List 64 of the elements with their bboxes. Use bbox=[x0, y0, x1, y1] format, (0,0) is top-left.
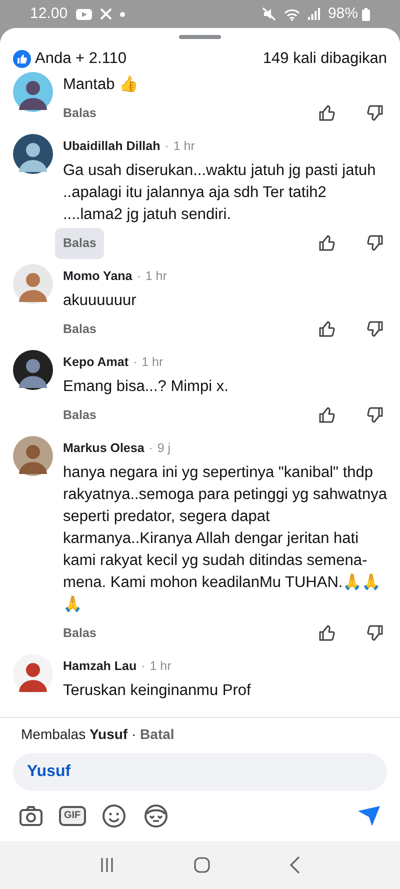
recents-icon bbox=[99, 857, 115, 873]
comment-text: Teruskan keinginanmu Prof bbox=[63, 681, 252, 702]
comment-time: 1 hr bbox=[150, 659, 172, 674]
separator-dot: · bbox=[164, 139, 169, 154]
signal-icon bbox=[308, 8, 320, 20]
shares-count[interactable]: 149 kali dibagikan bbox=[262, 47, 387, 70]
sticker-button[interactable] bbox=[142, 802, 170, 830]
comment-time: 1 hr bbox=[142, 355, 164, 370]
dot-icon bbox=[120, 12, 125, 16]
thumbs-down-icon bbox=[365, 319, 385, 340]
clock-text: 12.00 bbox=[30, 4, 68, 24]
thumbs-down-icon bbox=[365, 405, 385, 426]
separator-dot: · bbox=[132, 355, 138, 370]
home-button[interactable] bbox=[191, 854, 213, 876]
thumbs-up-icon bbox=[317, 319, 337, 340]
camera-button[interactable] bbox=[17, 803, 45, 829]
thumbs-up-icon bbox=[317, 623, 337, 644]
comment-text: hanya negara ini yg sepertinya "kanibal" thdp rakyatnya..semoga para petinggi yg sahwatnya seperti predator, segera dapat karmanya..Kiranya Allah dengar jeritan hati kami rakyat kecil yg sudah ditindas semena-mena. Kami mohon keadilanMu TUHAN.🙏🙏🙏 bbox=[63, 463, 387, 616]
back-icon bbox=[289, 856, 301, 874]
author-name[interactable]: Momo Yana bbox=[63, 269, 132, 284]
thumbs-down-icon bbox=[365, 233, 385, 254]
reply-button[interactable]: Balas bbox=[55, 618, 104, 649]
author-name[interactable]: Ubaidillah Dillah bbox=[63, 139, 160, 154]
author-name[interactable]: Hamzah Lau bbox=[63, 659, 137, 674]
home-icon bbox=[193, 856, 211, 874]
reply-status: Membalas Yusuf · Batal bbox=[20, 725, 176, 744]
mute-icon bbox=[262, 7, 276, 21]
gif-button[interactable]: GIF bbox=[59, 806, 86, 826]
comment-text: akuuuuuur bbox=[63, 291, 138, 312]
thumbs-up-icon bbox=[317, 233, 337, 254]
reply-button[interactable]: Balas bbox=[55, 228, 104, 259]
separator-dot: · bbox=[136, 269, 141, 284]
separator-dot: · bbox=[148, 441, 153, 456]
comment-text: Mantab 👍 bbox=[63, 74, 140, 96]
drag-handle[interactable] bbox=[179, 35, 221, 39]
thumbs-down-icon bbox=[365, 103, 385, 124]
battery-text: 98% bbox=[328, 4, 358, 24]
sticker-face-icon bbox=[144, 804, 168, 828]
comment-time: 1 hr bbox=[173, 139, 195, 154]
battery-icon bbox=[362, 8, 370, 20]
author-name[interactable]: Kepo Amat bbox=[63, 355, 129, 370]
comment-field[interactable]: Yusuf bbox=[13, 753, 387, 791]
reply-button[interactable]: Balas bbox=[55, 314, 104, 345]
author-name[interactable]: Markus Olesa bbox=[63, 441, 144, 456]
wifi-icon bbox=[284, 8, 300, 20]
reply-button[interactable]: Balas bbox=[55, 400, 104, 431]
separator-dot: · bbox=[141, 659, 146, 674]
comment-time: 9 j bbox=[157, 441, 171, 456]
reactions-count[interactable]: Anda + 2.110 bbox=[35, 47, 127, 70]
comment-time: 1 hr bbox=[145, 269, 167, 284]
smiley-icon bbox=[102, 804, 126, 828]
cancel-link[interactable]: Batal bbox=[140, 726, 174, 742]
like-icon bbox=[13, 50, 31, 68]
reply-button[interactable]: Balas bbox=[55, 98, 104, 129]
thumbs-up-icon bbox=[317, 405, 337, 426]
comment-text: Emang bisa...? Mimpi x. bbox=[63, 377, 230, 398]
youtube-icon bbox=[76, 8, 92, 20]
thumbs-down-icon bbox=[365, 623, 385, 644]
emoji-button[interactable] bbox=[100, 802, 128, 830]
send-icon bbox=[357, 805, 381, 827]
x-logo-icon bbox=[100, 8, 112, 20]
camera-icon bbox=[19, 805, 43, 827]
comment-text: Ga usah diserukan...waktu jatuh jg pasti jatuh ..apalagi itu jalannya aja sdh Ter tatih2 ....lama2 jg jatuh sendiri. bbox=[63, 161, 377, 226]
thumbs-up-icon bbox=[317, 103, 337, 124]
